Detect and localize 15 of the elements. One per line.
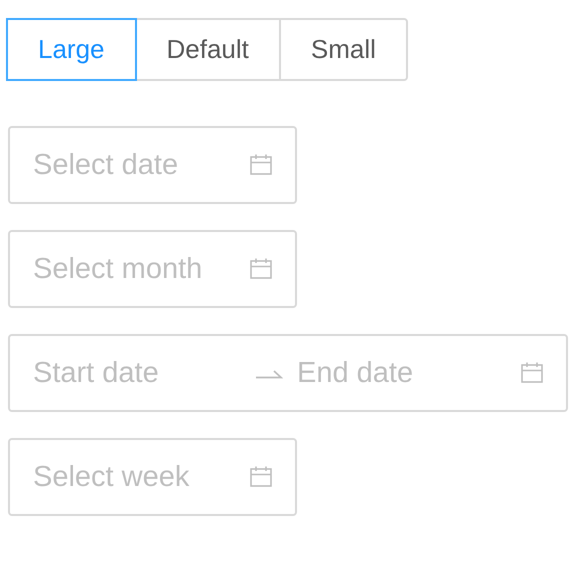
date-input[interactable]: Select week <box>33 460 249 494</box>
size-option[interactable]: Default <box>134 18 281 81</box>
date-range-field[interactable]: Start date End date <box>8 334 568 412</box>
size-option[interactable]: Small <box>278 18 408 81</box>
calendar-icon <box>520 361 544 385</box>
date-input[interactable]: End date <box>297 356 507 390</box>
calendar-icon <box>249 257 273 281</box>
date-input[interactable]: Select month <box>33 252 249 286</box>
date-picker-field[interactable]: Select date <box>8 126 297 204</box>
calendar-icon <box>249 465 273 489</box>
calendar-icon <box>249 153 273 177</box>
date-picker-field[interactable]: Select month <box>8 230 297 308</box>
date-picker-field[interactable]: Select week <box>8 438 297 516</box>
date-input[interactable]: Start date <box>33 356 243 390</box>
date-input[interactable]: Select date <box>33 148 249 182</box>
